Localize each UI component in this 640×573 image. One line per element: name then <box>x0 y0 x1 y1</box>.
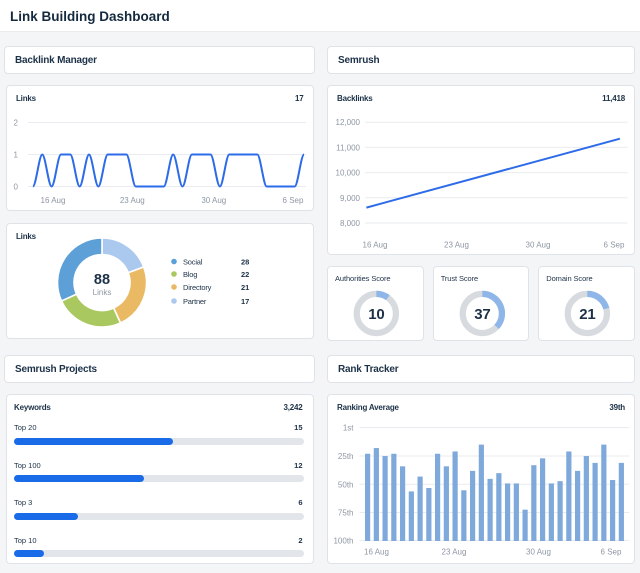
svg-text:9,000: 9,000 <box>340 194 361 203</box>
svg-text:21: 21 <box>241 282 249 291</box>
svg-text:0: 0 <box>14 183 19 192</box>
svg-text:6 Sep: 6 Sep <box>601 548 622 557</box>
svg-text:22: 22 <box>241 269 249 278</box>
svg-text:16 Aug: 16 Aug <box>363 241 388 250</box>
svg-text:23 Aug: 23 Aug <box>442 548 467 557</box>
svg-text:16 Aug: 16 Aug <box>41 196 66 205</box>
svg-text:Blog: Blog <box>183 269 197 278</box>
svg-text:12,000: 12,000 <box>336 118 361 127</box>
svg-text:Directory: Directory <box>183 282 212 291</box>
svg-text:6 Sep: 6 Sep <box>604 241 625 250</box>
svg-text:30 Aug: 30 Aug <box>526 548 551 557</box>
svg-text:30 Aug: 30 Aug <box>526 241 551 250</box>
svg-text:1: 1 <box>14 151 19 160</box>
svg-text:2: 2 <box>14 119 19 128</box>
svg-text:Links: Links <box>93 288 112 297</box>
svg-text:28: 28 <box>241 257 249 266</box>
svg-text:37: 37 <box>474 306 490 323</box>
svg-text:100th: 100th <box>333 537 353 546</box>
svg-text:21: 21 <box>580 306 596 323</box>
svg-text:25th: 25th <box>338 452 354 461</box>
svg-text:88: 88 <box>94 272 110 288</box>
svg-text:Social: Social <box>183 257 203 266</box>
svg-text:75th: 75th <box>338 509 354 518</box>
svg-text:30 Aug: 30 Aug <box>201 196 226 205</box>
svg-text:16 Aug: 16 Aug <box>364 548 389 557</box>
svg-text:17: 17 <box>241 296 249 305</box>
svg-text:Partner: Partner <box>183 296 207 305</box>
svg-text:8,000: 8,000 <box>340 219 361 228</box>
svg-text:10: 10 <box>368 306 384 323</box>
svg-text:11,000: 11,000 <box>336 143 360 152</box>
svg-text:50th: 50th <box>338 480 354 489</box>
svg-text:23 Aug: 23 Aug <box>444 241 469 250</box>
svg-text:1st: 1st <box>343 424 354 433</box>
svg-text:23 Aug: 23 Aug <box>120 196 145 205</box>
svg-text:10,000: 10,000 <box>336 169 361 178</box>
svg-text:6 Sep: 6 Sep <box>283 196 304 205</box>
